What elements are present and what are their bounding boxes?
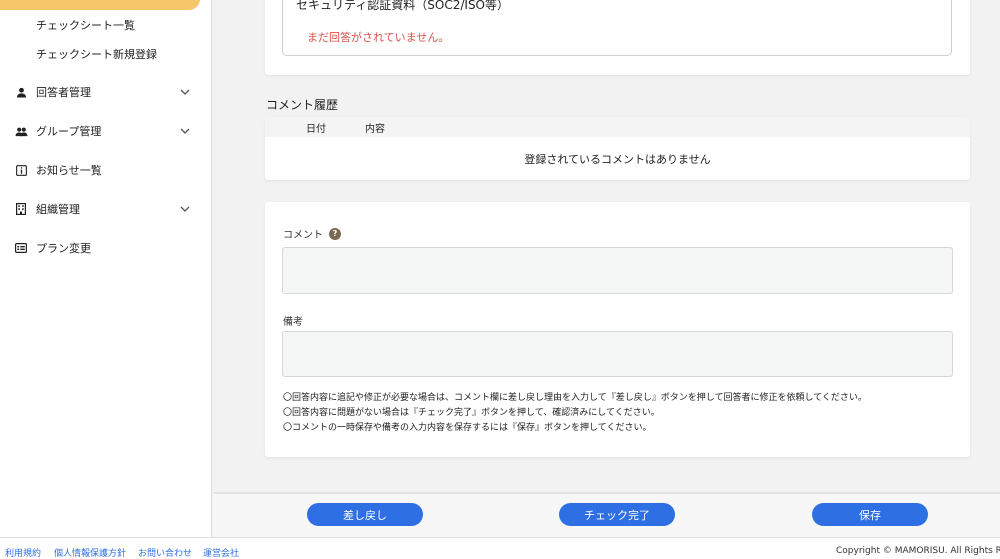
save-button[interactable]: 保存: [812, 503, 928, 526]
sidebar-item-respondents[interactable]: 回答者管理: [0, 80, 212, 104]
answer-title: セキュリティ認証資料（SOC2/ISO等）: [296, 0, 510, 12]
sidebar-item-label: お知らせ一覧: [36, 164, 102, 177]
sidebar-item-organization[interactable]: 組織管理: [0, 197, 212, 221]
instruction-note: 〇回答内容に問題がない場合は『チェック完了』ボタンを押して、確認済みにしてくださ…: [283, 408, 660, 418]
copyright: Copyright © MAMORISU. All Rights Reserv: [836, 546, 1000, 556]
comment-label-text: コメント: [283, 230, 323, 241]
footer: 利用規約 個人情報保護方針 お問い合わせ 運営会社 Copyright © MA…: [0, 537, 1000, 559]
comment-textarea[interactable]: [282, 247, 953, 294]
instruction-note: 〇コメントの一時保存や備考の入力内容を保存するには『保存』ボタンを押してください…: [283, 423, 652, 433]
sidebar: チェックシート一覧 チェックシート新規登録 回答者管理 グループ管理 お知らせ一…: [0, 0, 212, 537]
sidebar-item-label: グループ管理: [36, 125, 102, 138]
sidebar-subitem-checksheet-list[interactable]: チェックシート一覧: [36, 17, 135, 33]
comment-form-card: [265, 202, 970, 457]
help-icon[interactable]: ?: [329, 227, 341, 240]
group-icon: [14, 124, 28, 138]
person-icon: [14, 85, 28, 99]
comment-field-label: コメント ?: [283, 226, 341, 241]
column-header-content: 内容: [365, 124, 385, 135]
instruction-note: 〇回答内容に追記や修正が必要な場合は、コメント欄に差し戻し理由を入力して『差し戻…: [283, 393, 867, 403]
footer-link-company[interactable]: 運営会社: [203, 546, 239, 559]
return-button[interactable]: 差し戻し: [307, 503, 423, 526]
sidebar-item-label: 組織管理: [36, 203, 80, 216]
sidebar-item-notices[interactable]: お知らせ一覧: [0, 158, 212, 182]
building-icon: [14, 202, 28, 216]
footer-link-terms[interactable]: 利用規約: [5, 546, 41, 559]
remarks-textarea[interactable]: [282, 331, 953, 377]
check-complete-button[interactable]: チェック完了: [559, 503, 675, 526]
footer-link-privacy[interactable]: 個人情報保護方針: [54, 546, 126, 559]
card-icon: [14, 241, 28, 255]
sidebar-item-groups[interactable]: グループ管理: [0, 119, 212, 143]
sidebar-item-label: プラン変更: [36, 242, 91, 255]
info-icon: [14, 163, 28, 177]
sidebar-subitem-checksheet-new[interactable]: チェックシート新規登録: [36, 46, 157, 62]
remarks-field-label: 備考: [283, 313, 303, 328]
column-header-date: 日付: [306, 124, 326, 135]
active-nav-item[interactable]: [0, 0, 200, 10]
chevron-down-icon: [180, 206, 190, 212]
comment-history-title: コメント履歴: [266, 98, 339, 112]
chevron-down-icon: [180, 128, 190, 134]
sidebar-item-label: 回答者管理: [36, 86, 91, 99]
table-header: 日付 内容: [265, 117, 970, 137]
sidebar-item-plan[interactable]: プラン変更: [0, 236, 212, 260]
footer-link-contact[interactable]: お問い合わせ: [138, 546, 192, 559]
chevron-down-icon: [180, 89, 190, 95]
table-empty-message: 登録されているコメントはありません: [524, 153, 711, 166]
remarks-label-text: 備考: [283, 317, 303, 328]
answer-empty-message: まだ回答がされていません。: [307, 31, 450, 44]
